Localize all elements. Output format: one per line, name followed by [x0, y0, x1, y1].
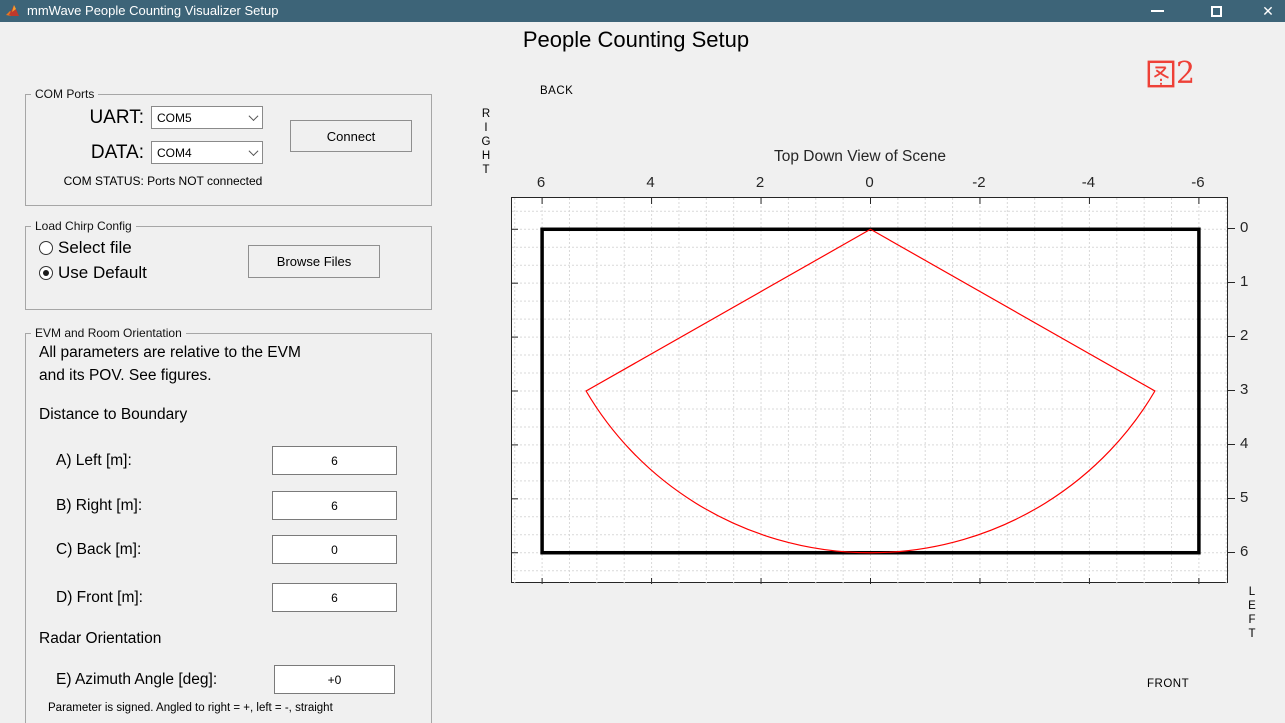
- y-tick-mark: [1228, 390, 1235, 391]
- data-port-select[interactable]: COM4: [151, 141, 263, 164]
- radar-orientation-heading: Radar Orientation: [39, 630, 162, 647]
- figure-annotation-number: 2: [1176, 56, 1196, 91]
- evm-orientation-group-label: EVM and Room Orientation: [31, 326, 186, 340]
- y-tick-mark: [1228, 228, 1235, 230]
- right-distance-label: B) Right [m]:: [56, 497, 143, 514]
- com-ports-group: COM Ports UART: COM5 DATA: COM4 Connect …: [25, 87, 432, 206]
- figure-char-glyph: [1147, 60, 1175, 88]
- y-tick-label: 3: [1240, 381, 1249, 398]
- top-down-scene-plot: [511, 197, 1229, 584]
- evm-intro-line2: and its POV. See figures.: [39, 367, 212, 384]
- y-tick-label: 6: [1240, 542, 1249, 560]
- y-tick-label: 0: [1240, 219, 1249, 237]
- y-tick-mark: [1228, 443, 1235, 445]
- front-distance-label: D) Front [m]:: [56, 589, 143, 606]
- connect-button[interactable]: Connect: [290, 120, 412, 152]
- x-tick-label: -4: [1081, 174, 1096, 191]
- plot-title: Top Down View of Scene: [773, 148, 947, 165]
- title-bar: mmWave People Counting Visualizer Setup …: [0, 0, 1285, 22]
- radio-select-file-label: Select file: [58, 238, 132, 257]
- scene-label-left: LEFT: [1246, 586, 1258, 642]
- x-tick-label: 0: [865, 174, 874, 191]
- x-tick-label: 2: [755, 174, 765, 191]
- radio-select-file[interactable]: Select file: [39, 238, 132, 258]
- data-label: DATA:: [90, 142, 144, 163]
- distance-boundary-heading: Distance to Boundary: [39, 406, 188, 423]
- x-tick-label: 4: [646, 174, 655, 191]
- scene-label-front: FRONT: [1147, 678, 1190, 690]
- scene-label-right: RIGHT: [480, 108, 492, 178]
- matlab-logo-icon: [6, 5, 19, 16]
- chirp-config-group-label: Load Chirp Config: [31, 219, 136, 233]
- chirp-config-group: Load Chirp Config Select file Use Defaul…: [25, 219, 432, 310]
- y-tick-label: 1: [1240, 273, 1249, 291]
- y-tick-mark: [1228, 497, 1235, 499]
- y-tick-mark: [1228, 282, 1235, 284]
- azimuth-angle-label: E) Azimuth Angle [deg]:: [56, 671, 218, 688]
- left-distance-input[interactable]: [272, 446, 397, 475]
- x-tick-label: -6: [1191, 174, 1205, 191]
- window-title: mmWave People Counting Visualizer Setup: [27, 3, 279, 18]
- page-title: People Counting Setup: [522, 27, 750, 52]
- com-ports-group-label: COM Ports: [31, 87, 99, 101]
- y-tick-label: 5: [1240, 488, 1249, 506]
- uart-port-value: COM5: [157, 111, 192, 125]
- front-distance-input[interactable]: [272, 583, 397, 612]
- maximize-icon[interactable]: [1199, 0, 1233, 22]
- x-tick-label: 6: [536, 174, 546, 191]
- evm-intro-line1: All parameters are relative to the EVM: [39, 344, 301, 361]
- evm-orientation-group: EVM and Room Orientation All parameters …: [25, 326, 432, 723]
- uart-label: UART:: [89, 107, 144, 128]
- left-distance-label: A) Left [m]:: [56, 452, 132, 469]
- minimize-icon[interactable]: [1140, 0, 1174, 22]
- y-tick-label: 2: [1240, 327, 1249, 345]
- radio-use-default[interactable]: Use Default: [39, 263, 147, 283]
- y-tick-label: 4: [1240, 434, 1249, 452]
- azimuth-angle-input[interactable]: [274, 665, 395, 694]
- uart-port-select[interactable]: COM5: [151, 106, 263, 129]
- radio-button-icon[interactable]: [39, 241, 53, 255]
- y-tick-mark: [1228, 551, 1235, 553]
- browse-files-button[interactable]: Browse Files: [248, 245, 380, 278]
- figure-annotation: 2: [1146, 58, 1195, 90]
- x-tick-label: -2: [972, 174, 986, 191]
- chevron-down-icon[interactable]: [244, 107, 262, 128]
- back-distance-input[interactable]: [272, 535, 397, 564]
- chevron-down-icon[interactable]: [244, 142, 262, 163]
- close-icon[interactable]: ✕: [1251, 0, 1285, 22]
- scene-label-back: BACK: [540, 85, 574, 97]
- back-distance-label: C) Back [m]:: [56, 541, 142, 558]
- data-port-value: COM4: [157, 146, 192, 160]
- azimuth-note: Parameter is signed. Angled to right = +…: [48, 702, 333, 714]
- app-window: mmWave People Counting Visualizer Setup …: [0, 0, 1285, 723]
- radio-use-default-label: Use Default: [58, 263, 147, 282]
- right-distance-input[interactable]: [272, 491, 397, 520]
- radio-button-icon[interactable]: [39, 266, 53, 280]
- y-tick-mark: [1228, 336, 1235, 338]
- com-status-text: COM STATUS: Ports NOT connected: [63, 174, 263, 188]
- scene-plot-canvas: [512, 198, 1229, 584]
